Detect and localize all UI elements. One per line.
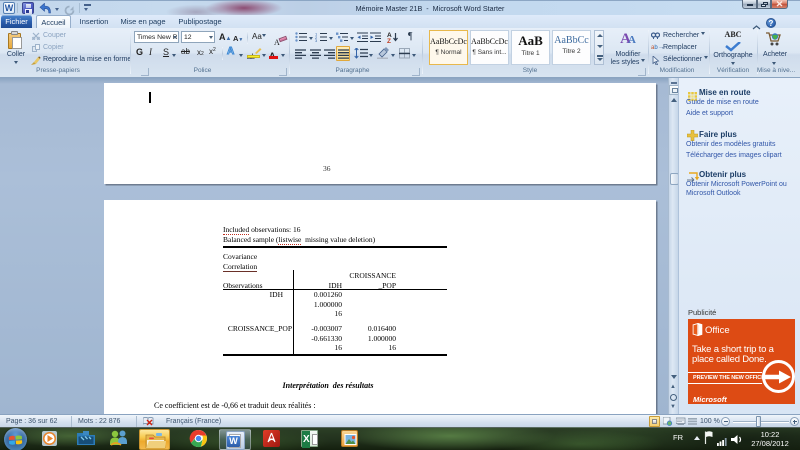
svg-text:3: 3: [315, 38, 318, 42]
svg-text:Z: Z: [387, 38, 391, 43]
